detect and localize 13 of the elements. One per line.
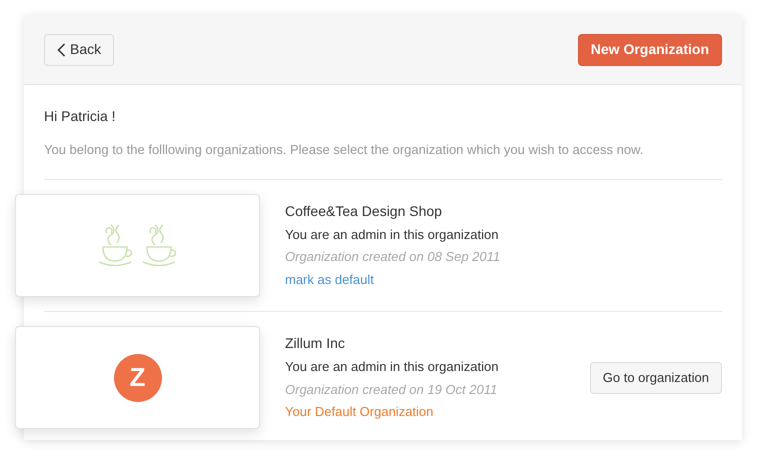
greeting: Hi Patricia ! [44, 107, 117, 126]
letter-logo: Z [114, 354, 162, 402]
chevron-left-icon [57, 42, 66, 56]
created-date: Organization created on 08 Sep 2011 [285, 248, 502, 266]
created-date: Organization created on 19 Oct 2011 [285, 380, 498, 399]
default-organization-label: Your Default Organization [285, 403, 434, 422]
role-text: You are an admin in this organization [285, 358, 500, 376]
organization-name: Coffee&Tea Design Shop [285, 202, 443, 221]
organization-name: Zillum Inc [285, 334, 346, 354]
intro-text: You belong to the folllowing organizations. Please select the organization which you wish to access now. [44, 141, 644, 159]
go-to-organization-button[interactable]: Go to organization [590, 362, 722, 394]
back-button[interactable]: Back [44, 34, 114, 66]
role-text: You are an admin in this organization [285, 226, 500, 244]
